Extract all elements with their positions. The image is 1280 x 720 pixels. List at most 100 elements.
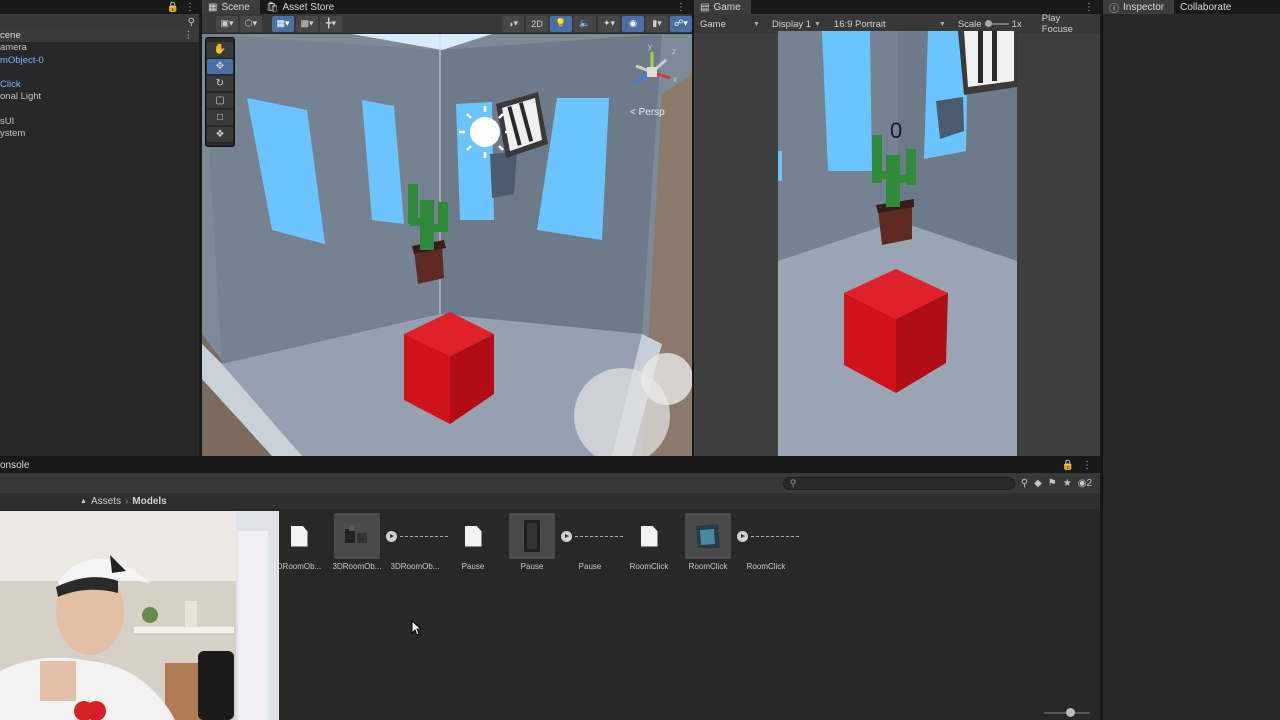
asset-item[interactable]: 3DRoomOb... [386,513,448,571]
play-icon [737,531,748,542]
scene-viewport[interactable] [202,34,692,456]
filter-by-label-icon[interactable]: ◆ [1034,478,1042,489]
chevron-down-icon: ▼ [753,20,760,28]
tab-collaborate[interactable]: Collaborate [1174,0,1241,14]
scene-tab-strip: ▦ Scene 🛍 Asset Store ⋮ [202,0,692,14]
asset-label: Pause [461,562,485,571]
project-more-icon[interactable]: ⋮ [1082,460,1092,471]
tab-inspector[interactable]: ⓘ Inspector [1103,0,1175,15]
lock-icon[interactable]: 🔒 [1062,460,1074,471]
camera-button[interactable]: ▮ ▾ [646,15,668,32]
game-view-dropdown-label: Game [700,18,726,30]
lightbulb-icon: 💡 [555,18,567,28]
painting-frame [958,31,1017,95]
align-button[interactable]: ╋ ▾ [320,15,342,32]
toggle-2d-button[interactable]: 2D [526,15,548,32]
grid-icon: ▦ [276,18,285,28]
asset-item[interactable]: Pause [444,513,502,571]
lock-icon[interactable]: 🔒 [167,2,179,13]
chevron-down-icon: ▼ [938,20,946,28]
asset-item[interactable]: Pause [503,513,561,571]
play-focused-dropdown[interactable]: Play Focuse [1041,13,1100,35]
mouse-cursor-icon [411,620,423,636]
search-icon: ⚲ [789,477,797,488]
asset-label: RoomClick [629,562,669,571]
asset-item[interactable]: Pause [561,513,623,571]
info-icon: ⓘ [1109,3,1119,15]
hierarchy-item[interactable]: Click [0,79,199,91]
asset-item[interactable]: RoomClick [737,513,799,571]
snap-increment-button[interactable]: ▩ ▾ [296,15,318,32]
collapse-arrow-icon[interactable]: ▲ [80,498,87,505]
tab-console-label: onsole [0,459,30,471]
hierarchy-item[interactable]: mObject-0 [0,55,199,67]
grid-snap-button[interactable]: ▦ ▾ [272,15,294,32]
project-search-input[interactable]: ⚲ [782,476,1015,490]
cube-icon: ⬡ [244,18,253,28]
scene-menu-icon[interactable]: ⋮ [184,30,194,42]
hierarchy-toolbar: ⚲ [0,14,199,30]
lighting-toggle-button[interactable]: 💡 [550,15,572,32]
asset-item[interactable]: RoomClick [679,513,737,571]
game-view-dropdown[interactable]: Game ▼ [694,14,766,34]
globe-icon: ☍ [674,18,684,28]
scene-more-icon[interactable]: ⋮ [676,2,692,13]
tab-game[interactable]: ▤ Game [694,0,751,14]
rotate-tool-icon[interactable]: ↻ [207,76,233,91]
effects-button[interactable]: ✦ ▾ [598,15,620,32]
transform-tool-icon[interactable]: ❖ [207,127,233,142]
rect-tool-icon[interactable]: □ [207,110,233,125]
hand-tool-icon[interactable]: ✋ [207,42,233,57]
icon-size-slider[interactable] [1044,708,1090,717]
scale-tool-icon[interactable]: ▢ [207,93,233,108]
tag-icon[interactable]: ⚑ [1048,478,1057,489]
scale-value: 1x [1011,18,1022,30]
orientation-gizmo[interactable]: y x z [622,40,682,100]
animation-clip-icon [737,513,799,559]
slider-knob[interactable] [1066,708,1075,717]
hierarchy-item[interactable]: amera [0,42,199,54]
scale-label: Scale [957,18,982,30]
breadcrumb-assets[interactable]: Assets [91,496,121,507]
gizmo-sphere-button[interactable]: ◑ ▾ [502,15,524,32]
project-search-row: ⚲ ⚲ ◆ ⚑ ★ ◉2 [0,473,1100,493]
asset-item[interactable]: 3DRoomOb... [328,513,386,571]
transform-tools: ✋ ✥ ↻ ▢ □ ❖ [205,37,235,147]
gizmo-x-label: x [673,75,677,84]
favorite-star-icon[interactable]: ★ [1063,478,1072,489]
hierarchy-tab-bar: 🔒 ⋮ [0,0,199,14]
tab-collaborate-label: Collaborate [1180,1,1232,13]
play-focused-label: Play Focuse [1041,13,1073,35]
tab-asset-store[interactable]: 🛍 Asset Store [260,0,344,14]
hierarchy-scene-row[interactable]: cene ⋮ [0,30,199,43]
tab-scene-label: Scene [221,1,250,13]
hierarchy-item[interactable] [0,104,199,116]
hidden-packages-toggle[interactable]: ◉2 [1078,478,1092,489]
hierarchy-item[interactable]: onal Light [0,91,199,103]
perspective-label[interactable]: < Persp [630,107,665,118]
breadcrumb-models[interactable]: Models [132,496,166,507]
webcam-overlay [0,511,279,720]
asset-label: Pause [520,562,544,571]
more-menu-icon[interactable]: ⋮ [185,2,195,13]
gizmos-button[interactable]: ☍ ▾ [670,15,692,32]
visibility-toggle-button[interactable]: ◉ [622,15,644,32]
hierarchy-search-icon[interactable]: ⚲ [188,17,195,28]
tab-scene[interactable]: ▦ Scene [202,0,260,14]
hierarchy-item[interactable] [0,67,199,79]
render-mode-button[interactable]: ⬡ ▾ [240,15,262,32]
audio-toggle-button[interactable]: 🔈 [574,15,596,32]
tab-console[interactable]: onsole [0,458,39,472]
asset-label: 3DRoomOb... [390,562,440,571]
asset-item[interactable]: RoomClick [620,513,678,571]
draw-mode-button[interactable]: ▣ ▾ [216,15,238,32]
inspector-panel: ⓘ Inspector Collaborate [1102,0,1280,720]
game-more-icon[interactable]: ⋮ [1084,2,1100,13]
breadcrumb: ▲ Assets › Models [0,493,1100,509]
move-tool-icon[interactable]: ✥ [207,59,233,74]
hierarchy-item[interactable]: sUI [0,116,199,128]
hierarchy-item[interactable]: ystem [0,128,199,140]
inspector-tab-strip: ⓘ Inspector Collaborate [1103,0,1280,15]
game-viewport[interactable]: 0 [778,31,1017,456]
filter-by-type-icon[interactable]: ⚲ [1021,478,1028,489]
